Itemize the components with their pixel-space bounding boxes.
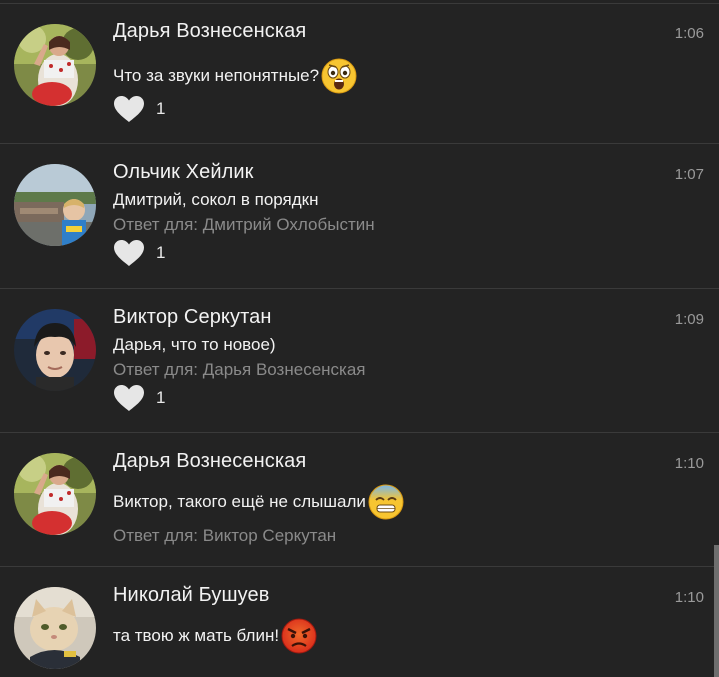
like-count: 1 (156, 243, 166, 262)
heart-icon[interactable] (113, 384, 145, 412)
author-name[interactable]: Дарья Вознесенская (113, 20, 306, 43)
avatar[interactable] (14, 587, 96, 669)
heart-icon[interactable] (113, 95, 145, 123)
divider (0, 432, 719, 433)
author-name[interactable]: Ольчик Хейлик (113, 161, 254, 184)
divider (0, 3, 719, 4)
comment-time: 1:10 (674, 455, 704, 472)
like-count: 1 (156, 99, 166, 118)
astonished-face-emoji (320, 57, 358, 95)
like-control[interactable]: 1 (113, 94, 165, 124)
comment-text-label: Дмитрий, сокол в порядкн (113, 190, 319, 209)
scrollbar-thumb[interactable] (714, 545, 719, 677)
author-name[interactable]: Дарья Вознесенская (113, 450, 306, 473)
comment-text: Дмитрий, сокол в порядкн (113, 188, 319, 212)
divider (0, 566, 719, 567)
like-control[interactable]: 1 (113, 383, 165, 413)
reply-to-link[interactable]: Ответ для: Виктор Серкутан (113, 526, 336, 546)
like-count: 1 (156, 388, 166, 407)
comment-text: Что за звуки непонятные? (113, 57, 358, 95)
comments-feed[interactable]: Дарья Вознесенская 1:06 Что за звуки неп… (0, 0, 719, 677)
comment-text-label: Что за звуки непонятные? (113, 66, 320, 85)
avatar[interactable] (14, 453, 96, 535)
comment-time: 1:06 (674, 25, 704, 42)
comment-text-label: та твою ж мать блин! (113, 626, 280, 645)
comment-time: 1:07 (674, 166, 704, 183)
author-name[interactable]: Николай Бушуев (113, 584, 269, 607)
reply-to-link[interactable]: Ответ для: Дарья Вознесенская (113, 360, 366, 380)
divider (0, 143, 719, 144)
heart-icon[interactable] (113, 239, 145, 267)
comment-text: Дарья, что то новое) (113, 333, 276, 357)
avatar[interactable] (14, 24, 96, 106)
divider (0, 288, 719, 289)
comment-text: Виктор, такого ещё не слышали (113, 483, 405, 521)
avatar[interactable] (14, 164, 96, 246)
like-control[interactable]: 1 (113, 238, 165, 268)
comment-text: та твою ж мать блин! (113, 617, 318, 655)
author-name[interactable]: Виктор Серкутан (113, 306, 272, 329)
avatar[interactable] (14, 309, 96, 391)
comment-time: 1:09 (674, 311, 704, 328)
comment-time: 1:10 (674, 589, 704, 606)
comment-text-label: Виктор, такого ещё не слышали (113, 492, 366, 511)
angry-face-emoji (280, 617, 318, 655)
cold-sweat-face-emoji (367, 483, 405, 521)
reply-to-link[interactable]: Ответ для: Дмитрий Охлобыстин (113, 215, 375, 235)
comment-text-label: Дарья, что то новое) (113, 335, 276, 354)
